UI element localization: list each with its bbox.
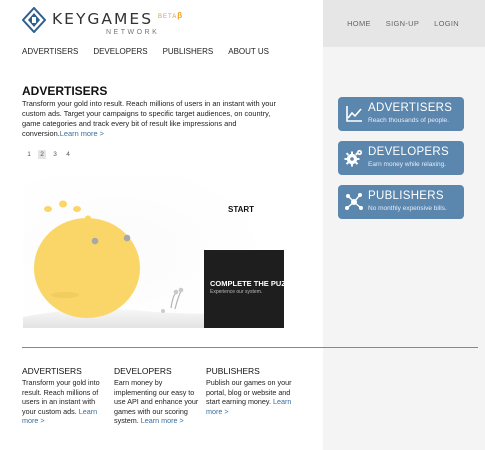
top-nav: HOME SIGN-UP LOGIN (347, 19, 459, 28)
right-panel-background (323, 0, 485, 450)
footer-column-title: ADVERTISERS (22, 366, 82, 376)
nav-home-link[interactable]: HOME (347, 19, 371, 28)
logo[interactable]: KEYGAMES BETAβ NETWORK (22, 7, 182, 39)
logo-name: KEYGAMES (52, 10, 154, 28)
footer-column-title: PUBLISHERS (206, 366, 260, 376)
game-preview[interactable]: START COMPLETE THE PUZZLE Experience our… (23, 175, 284, 328)
section-divider (22, 347, 478, 348)
footer-column-text: Earn money by implementing our easy to u… (114, 378, 200, 426)
main-nav-developers[interactable]: DEVELOPERS (93, 47, 147, 56)
publishers-button-subtitle: No monthly expensive bills. (368, 205, 447, 212)
section-text: Transform your gold into result. Reach m… (22, 99, 284, 139)
beta-glyph: β (177, 11, 184, 20)
logo-beta: BETAβ (158, 11, 183, 20)
publishers-button-title: PUBLISHERS (368, 190, 444, 202)
nav-signup-link[interactable]: SIGN-UP (386, 19, 419, 28)
game-panel-subtitle: Experience our system. (210, 289, 263, 295)
footer-column-publishers: PUBLISHERS Publish our games on your por… (206, 366, 292, 416)
chart-icon (346, 106, 362, 122)
advertisers-button[interactable]: ADVERTISERS Reach thousands of people. (338, 97, 464, 131)
beta-text: BETA (158, 14, 178, 20)
developers-button-title: DEVELOPERS (368, 146, 449, 158)
main-nav-publishers[interactable]: PUBLISHERS (163, 47, 214, 56)
publishers-button[interactable]: PUBLISHERS No monthly expensive bills. (338, 185, 464, 219)
logo-mark-icon (22, 7, 46, 33)
game-start-button[interactable]: START (228, 205, 254, 214)
main-nav-advertisers[interactable]: ADVERTISERS (22, 47, 78, 56)
main-nav: ADVERTISERS DEVELOPERS PUBLISHERS ABOUT … (22, 47, 269, 56)
footer-column-text: Publish our games on your portal, blog o… (206, 378, 292, 416)
advertisers-button-title: ADVERTISERS (368, 102, 453, 114)
footer-column-title: DEVELOPERS (114, 366, 172, 376)
section-learn-more-link[interactable]: Learn more > (60, 129, 104, 138)
pager-page-1[interactable]: 1 (25, 150, 33, 159)
gear-icon (344, 149, 363, 167)
developers-button[interactable]: DEVELOPERS Earn money while relaxing. (338, 141, 464, 175)
mascot-left-eye (91, 237, 99, 245)
game-info-panel: COMPLETE THE PUZZLE Experience our syste… (204, 250, 284, 328)
logo-subtitle: NETWORK (106, 29, 160, 36)
footer-column-text: Transform your gold into result. Reach m… (22, 378, 108, 426)
advertisers-button-subtitle: Reach thousands of people. (368, 117, 449, 124)
main-nav-about-us[interactable]: ABOUT US (228, 47, 269, 56)
footer-column-advertisers: ADVERTISERS Transform your gold into res… (22, 366, 108, 426)
developers-button-subtitle: Earn money while relaxing. (368, 161, 447, 168)
footer-column-developers: DEVELOPERS Earn money by implementing ou… (114, 366, 200, 426)
mascot-right-eye (123, 234, 131, 242)
pager-page-4[interactable]: 4 (64, 150, 72, 159)
pager-page-3[interactable]: 3 (51, 150, 59, 159)
footer-learn-more-link[interactable]: Learn more > (141, 416, 184, 425)
nav-login-link[interactable]: LOGIN (434, 19, 459, 28)
pager-page-2[interactable]: 2 (38, 150, 46, 159)
game-panel-title: COMPLETE THE PUZZLE (210, 279, 284, 288)
network-icon (345, 193, 363, 210)
section-title: ADVERTISERS (22, 84, 108, 98)
slide-pager: 1 2 3 4 (25, 150, 72, 159)
